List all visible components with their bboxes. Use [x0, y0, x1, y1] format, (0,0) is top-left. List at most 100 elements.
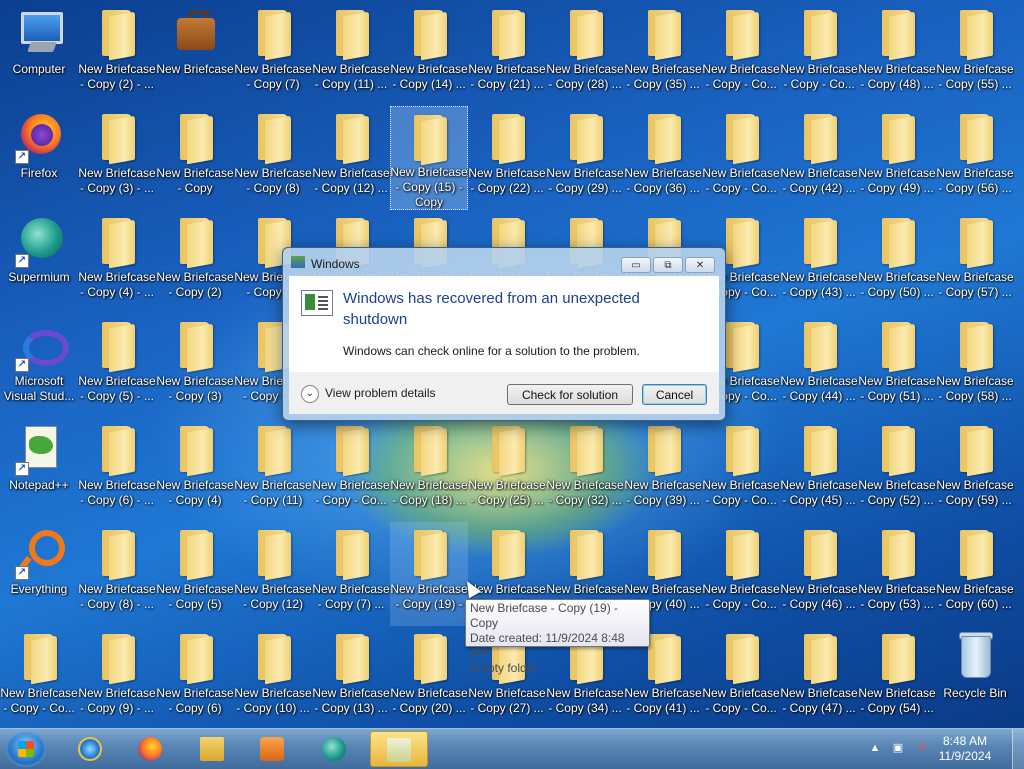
desktop-icon-new-briefcase-copy-co[interactable]: New Briefcase - Copy - Co...	[702, 522, 780, 626]
desktop-icon-new-briefcase-copy-18[interactable]: New Briefcase - Copy (18) ...	[390, 418, 468, 522]
desktop-icon-firefox[interactable]: ↗ Firefox	[0, 106, 78, 210]
desktop-icon-new-briefcase-copy-36[interactable]: New Briefcase - Copy (36) ...	[624, 106, 702, 210]
desktop-icon-new-briefcase-copy-5[interactable]: New Briefcase - Copy (5) - ...	[78, 314, 156, 418]
desktop-icon-new-briefcase-copy-7[interactable]: New Briefcase - Copy (7) ...	[312, 522, 390, 626]
clock[interactable]: 8:48 AM 11/9/2024	[935, 734, 995, 764]
desktop-icon-new-briefcase-copy-21[interactable]: New Briefcase - Copy (21) ...	[468, 2, 546, 106]
desktop-icon-new-briefcase-copy-3[interactable]: New Briefcase - Copy (3) - ...	[78, 106, 156, 210]
desktop-icon-n[interactable]: N	[1014, 418, 1024, 522]
minimize-button[interactable]: ▭	[621, 257, 651, 273]
desktop-icon-new-briefcase-copy-co[interactable]: New Briefcase - Copy - Co...	[702, 106, 780, 210]
maximize-button[interactable]: ⧉	[653, 257, 683, 273]
desktop-icon-new-briefcase-copy-8[interactable]: New Briefcase - Copy (8) - ...	[78, 522, 156, 626]
desktop-icon-new-briefcase-copy-25[interactable]: New Briefcase - Copy (25) ...	[468, 418, 546, 522]
taskbar-supermium[interactable]	[308, 731, 360, 767]
desktop-icon-new-briefcase-copy-58[interactable]: New Briefcase - Copy (58) ...	[936, 314, 1014, 418]
desktop-icon-new-briefcase-copy-6[interactable]: New Briefcase - Copy (6) - ...	[78, 418, 156, 522]
view-problem-details-link[interactable]: View problem details	[325, 386, 436, 400]
desktop-icon-new-briefcase-copy-7[interactable]: New Briefcase - Copy (7)	[234, 2, 312, 106]
desktop-icon-n[interactable]: N	[1014, 522, 1024, 626]
desktop-icon-new-briefcase-copy-52[interactable]: New Briefcase - Copy (52) ...	[858, 418, 936, 522]
desktop-icon-new-briefcase-copy-12[interactable]: New Briefcase - Copy (12) ...	[312, 106, 390, 210]
desktop[interactable]: Computer ↗ Firefox ↗ Supermium ↗ Microsoft Vis…	[0, 0, 1024, 728]
volume-muted-icon[interactable]: ✕	[915, 741, 929, 755]
desktop-icon-n[interactable]: N	[1014, 626, 1024, 728]
desktop-icon-recycle-bin[interactable]: Recycle Bin	[936, 626, 1014, 728]
desktop-icon-new-briefcase-copy-48[interactable]: New Briefcase - Copy (48) ...	[858, 2, 936, 106]
desktop-icon-new-briefcase-copy-3[interactable]: New Briefcase - Copy (3)	[156, 314, 234, 418]
taskbar-file-explorer[interactable]	[186, 731, 238, 767]
desktop-icon-new-briefcase-copy-co[interactable]: New Briefcase - Copy - Co...	[702, 2, 780, 106]
start-button[interactable]	[6, 731, 46, 767]
desktop-icon-new-briefcase-copy-54[interactable]: New Briefcase - Copy (54) ...	[858, 626, 936, 728]
desktop-icon-new-briefcase-copy-57[interactable]: New Briefcase - Copy (57) ...	[936, 210, 1014, 314]
desktop-icon-n[interactable]: N	[1014, 314, 1024, 418]
desktop-icon-new-briefcase-copy-44[interactable]: New Briefcase - Copy (44) ...	[780, 314, 858, 418]
taskbar-media-player[interactable]	[246, 731, 298, 767]
desktop-icon-new-briefcase-copy-13[interactable]: New Briefcase - Copy (13) ...	[312, 626, 390, 728]
desktop-icon-new-briefcase-copy-53[interactable]: New Briefcase - Copy (53) ...	[858, 522, 936, 626]
desktop-icon-new-briefcase-copy-50[interactable]: New Briefcase - Copy (50) ...	[858, 210, 936, 314]
desktop-icon-new-briefcase-copy-co[interactable]: New Briefcase - Copy - Co...	[702, 626, 780, 728]
desktop-icon-n[interactable]: N	[1014, 2, 1024, 106]
desktop-icon-new-briefcase-copy-47[interactable]: New Briefcase - Copy (47) ...	[780, 626, 858, 728]
desktop-icon-new-briefcase-copy-co[interactable]: New Briefcase - Copy - Co...	[702, 418, 780, 522]
desktop-icon-new-briefcase-copy[interactable]: New Briefcase - Copy	[156, 106, 234, 210]
desktop-icon-microsoft-visual-stud[interactable]: ↗ Microsoft Visual Stud...	[0, 314, 78, 418]
desktop-icon-n[interactable]: N	[1014, 106, 1024, 210]
desktop-icon-new-briefcase-copy-14[interactable]: New Briefcase - Copy (14) ...	[390, 2, 468, 106]
desktop-icon-new-briefcase-copy-22[interactable]: New Briefcase - Copy (22) ...	[468, 106, 546, 210]
desktop-icon-new-briefcase-copy-2[interactable]: New Briefcase - Copy (2) - ...	[78, 2, 156, 106]
desktop-icon-new-briefcase-copy-39[interactable]: New Briefcase - Copy (39) ...	[624, 418, 702, 522]
desktop-icon-new-briefcase-copy-20[interactable]: New Briefcase - Copy (20) ...	[390, 626, 468, 728]
dialog-title-bar[interactable]: Windows ▭ ⧉ ✕	[283, 248, 725, 276]
desktop-icon-new-briefcase-copy-9[interactable]: New Briefcase - Copy (9) - ...	[78, 626, 156, 728]
taskbar-firefox[interactable]	[124, 731, 176, 767]
show-hidden-icons-chevron-icon[interactable]: ▲	[868, 741, 882, 755]
desktop-icon-new-briefcase-copy-2[interactable]: New Briefcase - Copy (2)	[156, 210, 234, 314]
desktop-icon-new-briefcase-copy-45[interactable]: New Briefcase - Copy (45) ...	[780, 418, 858, 522]
desktop-icon-new-briefcase-copy-60[interactable]: New Briefcase - Copy (60) ...	[936, 522, 1014, 626]
desktop-icon-new-briefcase-copy-11[interactable]: New Briefcase - Copy (11) ...	[312, 2, 390, 106]
desktop-icon-new-briefcase-copy-co[interactable]: New Briefcase - Copy - Co...	[780, 2, 858, 106]
chevron-down-icon[interactable]: ⌄	[301, 385, 319, 403]
desktop-icon-new-briefcase-copy-4[interactable]: New Briefcase - Copy (4) - ...	[78, 210, 156, 314]
desktop-icon-supermium[interactable]: ↗ Supermium	[0, 210, 78, 314]
desktop-icon-new-briefcase-copy-12[interactable]: New Briefcase - Copy (12)	[234, 522, 312, 626]
desktop-icon-new-briefcase-copy-42[interactable]: New Briefcase - Copy (42) ...	[780, 106, 858, 210]
desktop-icon-new-briefcase-copy-10[interactable]: New Briefcase - Copy (10) ...	[234, 626, 312, 728]
cancel-button[interactable]: Cancel	[642, 384, 707, 405]
desktop-icon-new-briefcase-copy-35[interactable]: New Briefcase - Copy (35) ...	[624, 2, 702, 106]
desktop-icon-new-briefcase[interactable]: New Briefcase	[156, 2, 234, 106]
desktop-icon-new-briefcase-copy-co[interactable]: New Briefcase - Copy - Co...	[312, 418, 390, 522]
desktop-icon-everything[interactable]: ↗ Everything	[0, 522, 78, 626]
desktop-icon-new-briefcase-copy-55[interactable]: New Briefcase - Copy (55) ...	[936, 2, 1014, 106]
desktop-icon-new-briefcase-copy-46[interactable]: New Briefcase - Copy (46) ...	[780, 522, 858, 626]
desktop-icon-new-briefcase-copy-32[interactable]: New Briefcase - Copy (32) ...	[546, 418, 624, 522]
desktop-icon-new-briefcase-copy-19-copy[interactable]: New Briefcase - Copy (19) - Copy	[390, 522, 468, 626]
taskbar-notepad-plus-plus[interactable]	[370, 731, 428, 767]
taskbar-internet-explorer[interactable]	[64, 731, 116, 767]
desktop-icon-computer[interactable]: Computer	[0, 2, 78, 106]
desktop-icon-new-briefcase-copy-8[interactable]: New Briefcase - Copy (8)	[234, 106, 312, 210]
desktop-icon-new-briefcase-copy-co[interactable]: New Briefcase - Copy - Co...	[0, 626, 78, 728]
desktop-icon-new-briefcase-copy-5[interactable]: New Briefcase - Copy (5)	[156, 522, 234, 626]
desktop-icon-new-briefcase-copy-49[interactable]: New Briefcase - Copy (49) ...	[858, 106, 936, 210]
desktop-icon-new-briefcase-copy-6[interactable]: New Briefcase - Copy (6)	[156, 626, 234, 728]
folder-icon	[871, 422, 923, 477]
desktop-icon-n[interactable]: N	[1014, 210, 1024, 314]
show-desktop-button[interactable]	[1012, 729, 1024, 769]
desktop-icon-new-briefcase-copy-11[interactable]: New Briefcase - Copy (11)	[234, 418, 312, 522]
close-button[interactable]: ✕	[685, 257, 715, 273]
check-for-solution-button[interactable]: Check for solution	[507, 384, 633, 405]
desktop-icon-new-briefcase-copy-59[interactable]: New Briefcase - Copy (59) ...	[936, 418, 1014, 522]
desktop-icon-new-briefcase-copy-29[interactable]: New Briefcase - Copy (29) ...	[546, 106, 624, 210]
network-icon[interactable]: ▣	[891, 741, 905, 755]
desktop-icon-new-briefcase-copy-28[interactable]: New Briefcase - Copy (28) ...	[546, 2, 624, 106]
desktop-icon-new-briefcase-copy-4[interactable]: New Briefcase - Copy (4)	[156, 418, 234, 522]
desktop-icon-new-briefcase-copy-51[interactable]: New Briefcase - Copy (51) ...	[858, 314, 936, 418]
desktop-icon-new-briefcase-copy-15-copy[interactable]: New Briefcase - Copy (15) - Copy	[390, 106, 468, 210]
desktop-icon-new-briefcase-copy-56[interactable]: New Briefcase - Copy (56) ...	[936, 106, 1014, 210]
desktop-icon-new-briefcase-copy-43[interactable]: New Briefcase - Copy (43) ...	[780, 210, 858, 314]
desktop-icon-notepad[interactable]: ↗ Notepad++	[0, 418, 78, 522]
